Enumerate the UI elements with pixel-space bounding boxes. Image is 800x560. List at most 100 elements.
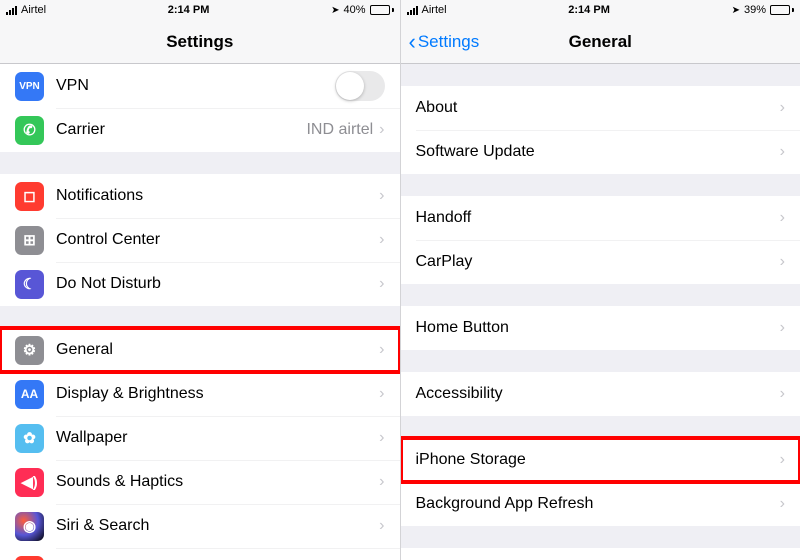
group-separator	[401, 174, 800, 196]
status-time: 2:14 PM	[168, 4, 210, 16]
cell-label: Siri & Search	[56, 517, 379, 535]
toggle-switch[interactable]	[335, 71, 385, 101]
chevron-right-icon: ›	[780, 143, 785, 161]
cell-do-not-disturb[interactable]: ☾ Do Not Disturb›	[0, 262, 400, 306]
chevron-right-icon: ›	[780, 99, 785, 117]
chevron-right-icon: ›	[780, 319, 785, 337]
notif-icon: ◻	[15, 182, 44, 211]
cell-label: iPhone Storage	[416, 451, 780, 469]
cell-label: CarPlay	[416, 253, 780, 271]
cell-siri-search[interactable]: ◉ Siri & Search›	[0, 504, 400, 548]
cell-home-button[interactable]: Home Button›	[401, 306, 800, 350]
cell-label: Software Update	[416, 143, 780, 161]
group-separator	[0, 306, 400, 328]
cell-notifications[interactable]: ◻ Notifications›	[0, 174, 400, 218]
gen-icon: ⚙	[15, 336, 44, 365]
group-separator	[0, 152, 400, 174]
chevron-right-icon: ›	[780, 209, 785, 227]
sound-icon: ◀)	[15, 468, 44, 497]
signal-icon	[407, 6, 418, 15]
cell-label: Do Not Disturb	[56, 275, 379, 293]
battery-percent: 40%	[343, 4, 365, 16]
cell-restrictions[interactable]: RestrictionsOn›	[401, 548, 800, 560]
chevron-right-icon: ›	[379, 385, 384, 403]
back-label: Settings	[418, 32, 479, 52]
chevron-right-icon: ›	[780, 385, 785, 403]
cell-iphone-storage[interactable]: iPhone Storage›	[401, 438, 800, 482]
cell-label: About	[416, 99, 780, 117]
chevron-right-icon: ›	[379, 429, 384, 447]
back-button[interactable]: ‹ Settings	[409, 31, 480, 53]
chevron-right-icon: ›	[379, 473, 384, 491]
chevron-right-icon: ›	[780, 451, 785, 469]
cell-label: Carrier	[56, 121, 306, 139]
cell-software-update[interactable]: Software Update›	[401, 130, 800, 174]
group-separator	[401, 416, 800, 438]
chevron-right-icon: ›	[780, 253, 785, 271]
status-bar: Airtel 2:14 PM ➤ 40%	[0, 0, 400, 20]
cell-label: Handoff	[416, 209, 780, 227]
cell-vpn[interactable]: VPN VPN	[0, 64, 400, 108]
carrier-icon: ✆	[15, 116, 44, 145]
touch-icon: ◉	[15, 556, 44, 560]
dnd-icon: ☾	[15, 270, 44, 299]
chevron-right-icon: ›	[379, 275, 384, 293]
location-icon: ➤	[331, 5, 339, 16]
cell-control-center[interactable]: ⊞ Control Center›	[0, 218, 400, 262]
siri-icon: ◉	[15, 512, 44, 541]
settings-screen: Airtel 2:14 PM ➤ 40% Settings VPN VPN ✆ Car…	[0, 0, 401, 560]
cell-label: Accessibility	[416, 385, 780, 403]
chevron-right-icon: ›	[379, 517, 384, 535]
cell-detail: IND airtel	[306, 121, 373, 139]
cell-sounds-haptics[interactable]: ◀) Sounds & Haptics›	[0, 460, 400, 504]
battery-icon	[770, 5, 794, 15]
battery-percent: 39%	[744, 4, 766, 16]
status-time: 2:14 PM	[568, 4, 610, 16]
chevron-right-icon: ›	[780, 495, 785, 513]
cell-label: Notifications	[56, 187, 379, 205]
cell-general[interactable]: ⚙ General›	[0, 328, 400, 372]
settings-root-list[interactable]: VPNVPN✆CarrierIND airtel›◻Notifications›…	[0, 64, 400, 560]
cell-accessibility[interactable]: Accessibility›	[401, 372, 800, 416]
cell-label: Background App Refresh	[416, 495, 780, 513]
chevron-right-icon: ›	[379, 187, 384, 205]
group-separator	[401, 64, 800, 86]
chevron-right-icon: ›	[379, 341, 384, 359]
cc-icon: ⊞	[15, 226, 44, 255]
group-separator	[401, 350, 800, 372]
cell-wallpaper[interactable]: ✿ Wallpaper›	[0, 416, 400, 460]
page-title: General	[569, 32, 632, 52]
cell-carrier[interactable]: ✆ CarrierIND airtel ›	[0, 108, 400, 152]
cell-label: Display & Brightness	[56, 385, 379, 403]
cell-about[interactable]: About›	[401, 86, 800, 130]
wall-icon: ✿	[15, 424, 44, 453]
cell-label: Control Center	[56, 231, 379, 249]
cell-label: VPN	[56, 77, 335, 95]
location-icon: ➤	[732, 5, 740, 16]
cell-carplay[interactable]: CarPlay›	[401, 240, 800, 284]
group-separator	[401, 284, 800, 306]
carrier-label: Airtel	[422, 4, 447, 16]
cell-handoff[interactable]: Handoff›	[401, 196, 800, 240]
status-bar: Airtel 2:14 PM ➤ 39%	[401, 0, 800, 20]
vpn-icon: VPN	[15, 72, 44, 101]
carrier-label: Airtel	[21, 4, 46, 16]
cell-background-app-refresh[interactable]: Background App Refresh›	[401, 482, 800, 526]
cell-label: Home Button	[416, 319, 780, 337]
disp-icon: AA	[15, 380, 44, 409]
group-separator	[401, 526, 800, 548]
chevron-right-icon: ›	[379, 231, 384, 249]
nav-bar: ‹ Settings General	[401, 20, 800, 64]
page-title: Settings	[166, 32, 233, 52]
cell-display-brightness[interactable]: AA Display & Brightness›	[0, 372, 400, 416]
general-screen: Airtel 2:14 PM ➤ 39% ‹ Settings General …	[401, 0, 800, 560]
cell-label: Sounds & Haptics	[56, 473, 379, 491]
chevron-right-icon: ›	[379, 121, 384, 139]
cell-touch-id-passcode[interactable]: ◉Touch ID & Passcode›	[0, 548, 400, 560]
battery-icon	[370, 5, 394, 15]
cell-label: General	[56, 341, 379, 359]
cell-label: Wallpaper	[56, 429, 379, 447]
nav-bar: Settings	[0, 20, 400, 64]
chevron-left-icon: ‹	[409, 31, 416, 53]
general-list[interactable]: About›Software Update›Handoff›CarPlay›Ho…	[401, 64, 800, 560]
